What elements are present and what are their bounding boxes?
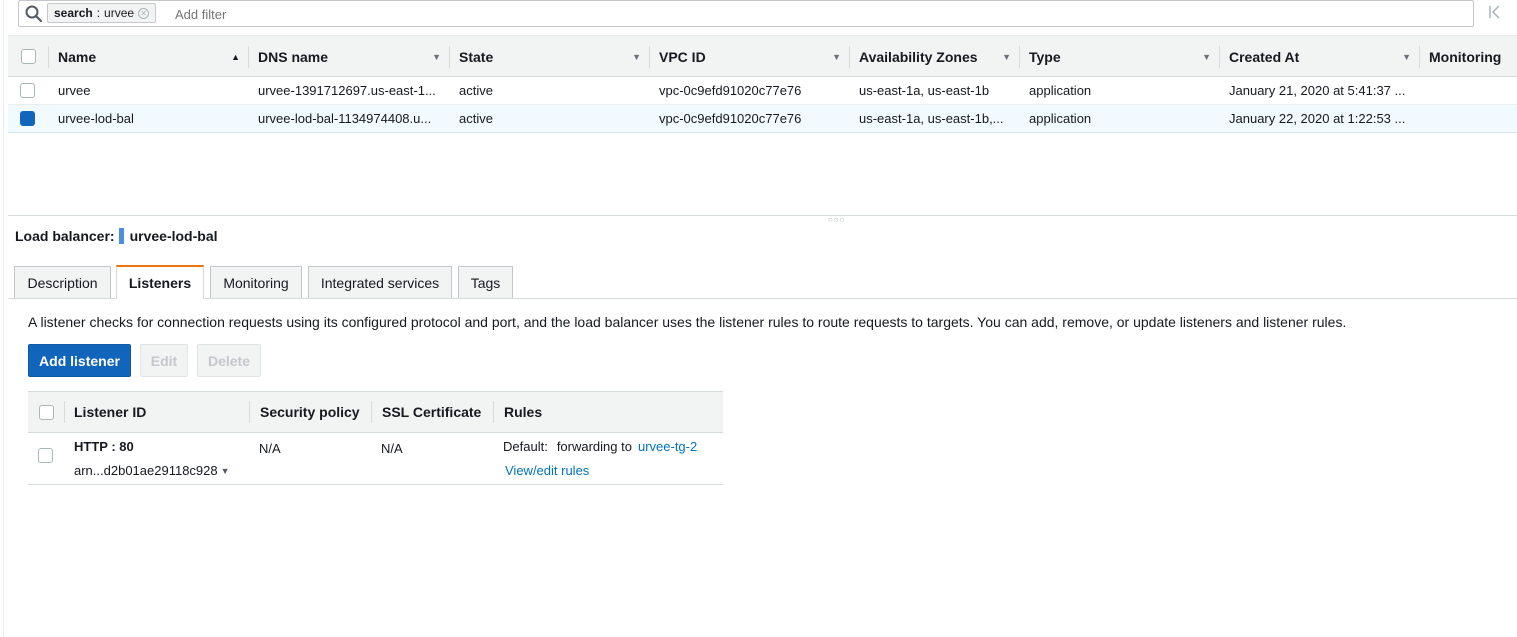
cell-type: application <box>1029 83 1092 98</box>
col-vpc[interactable]: VPC ID ▼ <box>649 36 849 77</box>
listener-select-all-cell <box>28 392 64 432</box>
col-az[interactable]: Availability Zones ▼ <box>849 36 1019 77</box>
tab-listeners[interactable]: Listeners <box>116 265 204 299</box>
filter-input[interactable] <box>175 5 1075 23</box>
col-type[interactable]: Type ▼ <box>1019 36 1219 77</box>
detail-header: Load balancer: urvee-lod-bal <box>15 228 218 244</box>
selection-color-marker <box>118 228 124 244</box>
listeners-description: A listener checks for connection request… <box>28 314 1347 330</box>
cell-az: us-east-1a, us-east-1b,... <box>859 111 1004 126</box>
col-vpc-label: VPC ID <box>659 48 706 65</box>
col-listener-id-label: Listener ID <box>74 404 147 420</box>
delete-button[interactable]: Delete <box>197 344 261 377</box>
cell-vpc: vpc-0c9efd91020c77e76 <box>659 111 802 126</box>
col-security-policy-label: Security policy <box>260 404 360 420</box>
filter-token[interactable]: search : urvee ✕ <box>47 3 157 23</box>
row-checkbox-cell <box>20 77 35 104</box>
first-page-icon[interactable] <box>1488 4 1502 25</box>
sort-icon[interactable]: ▼ <box>632 52 641 62</box>
select-all-checkbox[interactable] <box>20 49 36 64</box>
listener-table-header: Listener ID Security policy SSL Certific… <box>28 391 723 433</box>
col-name-label: Name <box>58 48 97 65</box>
sort-icon[interactable]: ▼ <box>832 52 841 62</box>
listener-select-all-checkbox[interactable] <box>38 404 54 420</box>
listener-checkbox-cell <box>38 448 53 463</box>
listener-checkbox[interactable] <box>38 448 53 463</box>
rule-action: forwarding to <box>556 439 632 454</box>
tab-tags[interactable]: Tags <box>458 266 513 298</box>
col-az-label: Availability Zones <box>859 48 978 65</box>
col-dns[interactable]: DNS name ▼ <box>248 36 449 77</box>
listener-default-rule: Default: forwarding to urvee-tg-2 <box>503 439 697 454</box>
cell-dns: urvee-lod-bal-1134974408.u... <box>258 111 432 126</box>
tab-description[interactable]: Description <box>14 266 111 298</box>
table-row-selected[interactable]: urvee-lod-bal urvee-lod-bal-1134974408.u… <box>8 105 1517 133</box>
row-checkbox[interactable] <box>20 83 35 98</box>
sort-icon[interactable]: ▼ <box>1402 52 1411 62</box>
detail-label: Load balancer: <box>15 228 115 244</box>
listener-arn[interactable]: arn...d2b01ae29118c928 ▼ <box>74 463 230 478</box>
drag-handle-icon[interactable]: ○○○ <box>828 215 846 224</box>
col-ssl-certificate-label: SSL Certificate <box>382 404 482 420</box>
col-ssl-certificate: SSL Certificate <box>371 392 493 432</box>
edit-button[interactable]: Edit <box>140 344 188 377</box>
cell-dns: urvee-1391712697.us-east-1... <box>258 83 436 98</box>
col-rules: Rules <box>493 392 723 432</box>
col-name[interactable]: Name ▲ <box>48 36 248 77</box>
target-group-link[interactable]: urvee-tg-2 <box>638 439 697 454</box>
cell-created: January 21, 2020 at 5:41:37 ... <box>1229 83 1406 98</box>
sort-icon[interactable]: ▼ <box>1002 52 1011 62</box>
cell-name: urvee-lod-bal <box>58 111 134 126</box>
col-dns-label: DNS name <box>258 48 329 65</box>
cell-state: active <box>459 83 493 98</box>
cell-created: January 22, 2020 at 1:22:53 ... <box>1229 111 1406 126</box>
col-security-policy: Security policy <box>249 392 371 432</box>
filter-token-sep: : <box>96 6 101 20</box>
tab-monitoring[interactable]: Monitoring <box>210 266 302 298</box>
table-row[interactable]: urvee urvee-1391712697.us-east-1... acti… <box>8 77 1517 105</box>
add-listener-button[interactable]: Add listener <box>28 344 131 377</box>
view-edit-rules-link[interactable]: View/edit rules <box>505 463 589 478</box>
cell-vpc: vpc-0c9efd91020c77e76 <box>659 83 802 98</box>
col-state-label: State <box>459 48 494 65</box>
listener-row[interactable]: HTTP : 80 arn...d2b01ae29118c928 ▼ N/A N/… <box>28 433 723 485</box>
left-border <box>3 0 4 637</box>
cell-type: application <box>1029 111 1092 126</box>
listener-arn-text: arn...d2b01ae29118c928 <box>74 463 218 478</box>
row-checkbox-cell <box>20 105 35 132</box>
detail-name: urvee-lod-bal <box>129 228 218 244</box>
remove-token-icon[interactable]: ✕ <box>138 7 150 19</box>
filter-bar[interactable]: search : urvee ✕ <box>18 0 1474 27</box>
row-checkbox-checked[interactable] <box>20 111 35 126</box>
col-listener-id: Listener ID <box>64 392 249 432</box>
sort-asc-icon[interactable]: ▲ <box>231 52 240 62</box>
col-created[interactable]: Created At ▼ <box>1219 36 1419 77</box>
cell-az: us-east-1a, us-east-1b <box>859 83 990 98</box>
listener-protocol-port: HTTP : 80 <box>74 439 134 454</box>
col-type-label: Type <box>1029 48 1061 65</box>
col-monitoring-label: Monitoring <box>1429 48 1502 65</box>
tabs-baseline <box>8 298 1517 299</box>
tab-integrated-services[interactable]: Integrated services <box>308 266 452 298</box>
select-all-cell <box>8 36 48 77</box>
pane-splitter[interactable]: ○○○ <box>8 215 1517 224</box>
listener-security-policy: N/A <box>259 441 281 456</box>
col-state[interactable]: State ▼ <box>449 36 649 77</box>
filter-token-value: urvee <box>104 6 135 20</box>
dropdown-caret-icon[interactable]: ▼ <box>221 466 230 476</box>
listener-ssl-certificate: N/A <box>381 441 403 456</box>
sort-icon[interactable]: ▼ <box>1202 52 1211 62</box>
search-icon <box>25 5 43 23</box>
col-monitoring[interactable]: Monitoring <box>1419 36 1517 77</box>
grid-header: Name ▲ DNS name ▼ State ▼ VPC ID ▼ Availabil… <box>8 35 1517 77</box>
cell-name: urvee <box>58 83 91 98</box>
sort-icon[interactable]: ▼ <box>432 52 441 62</box>
col-rules-label: Rules <box>504 404 543 420</box>
filter-token-key: search <box>54 6 93 20</box>
rule-prefix: Default: <box>503 439 548 454</box>
cell-state: active <box>459 111 493 126</box>
col-created-label: Created At <box>1229 48 1300 65</box>
